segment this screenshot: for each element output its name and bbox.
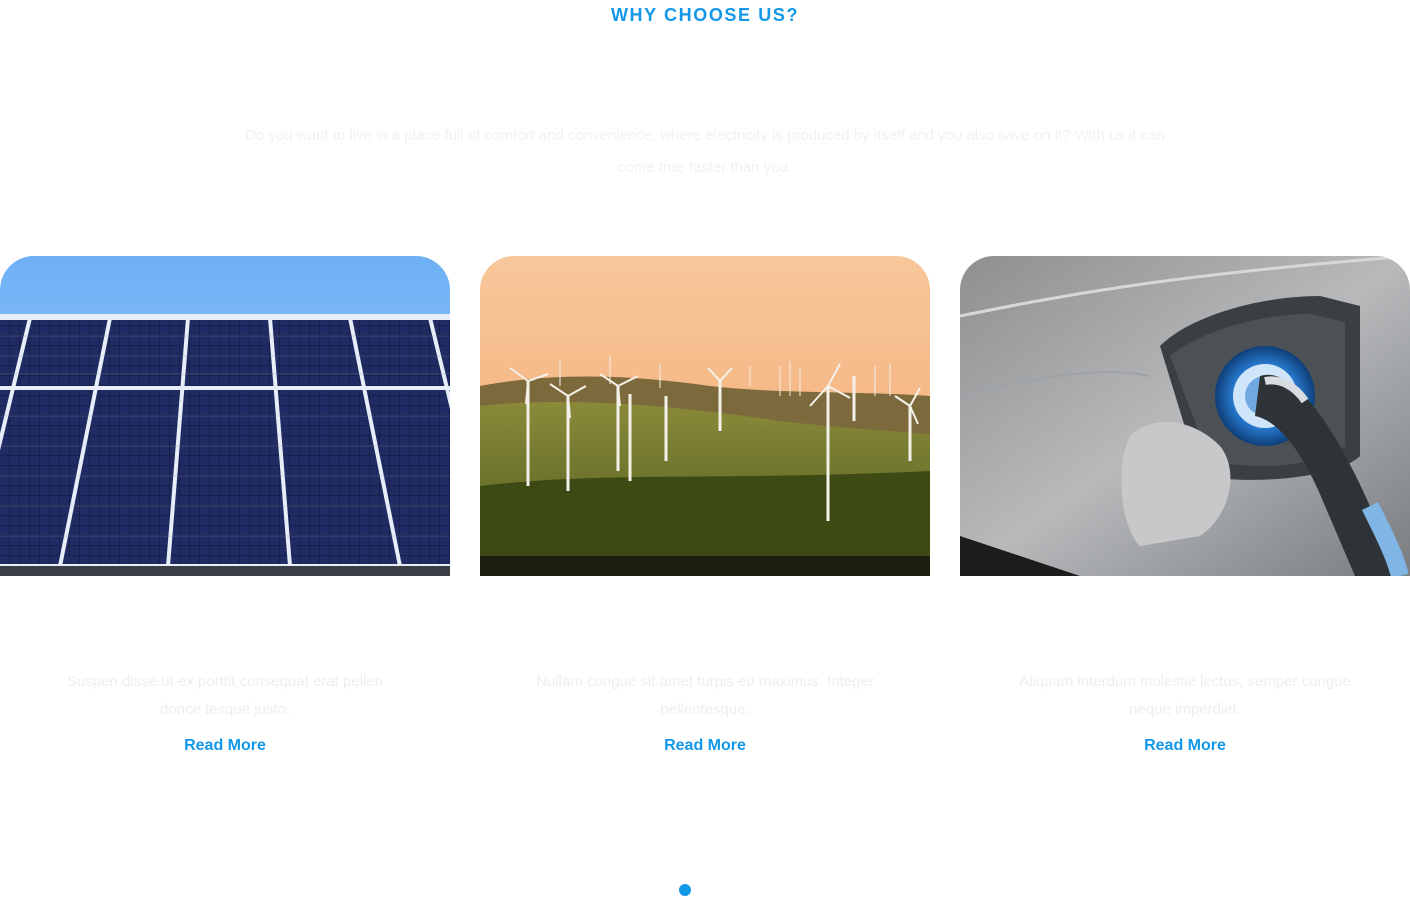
carousel-pagination <box>0 884 1410 896</box>
read-more-link[interactable]: Read More <box>0 734 450 758</box>
card-description: Suspen disse ut ex porttit consequat era… <box>66 673 384 718</box>
why-choose-us-section: WHY CHOOSE US? Do you want to live in a … <box>0 0 1410 897</box>
feature-card-ev: Aliquam interdum molestie lectus, semper… <box>960 256 1410 776</box>
read-more-link[interactable]: Read More <box>960 734 1410 758</box>
ev-charger-image <box>960 256 1410 576</box>
card-title <box>960 608 1410 636</box>
feature-card-solar: Suspen disse ut ex porttit consequat era… <box>0 256 450 776</box>
wind-turbines-image <box>480 256 930 576</box>
section-intro-text: Do you want to live in a place full of c… <box>245 127 1165 176</box>
read-more-link[interactable]: Read More <box>480 734 930 758</box>
section-eyebrow-title: WHY CHOOSE US? <box>610 5 800 25</box>
feature-card-wind: Nullam congue sit amet turpis eu maximus… <box>480 256 930 776</box>
solar-panels-image <box>0 256 450 576</box>
carousel-dot-active[interactable] <box>679 884 691 896</box>
card-title <box>0 608 450 636</box>
card-description: Aliquam interdum molestie lectus, semper… <box>1019 673 1351 718</box>
card-title <box>480 608 930 636</box>
card-description: Nullam congue sit amet turpis eu maximus… <box>536 673 874 718</box>
